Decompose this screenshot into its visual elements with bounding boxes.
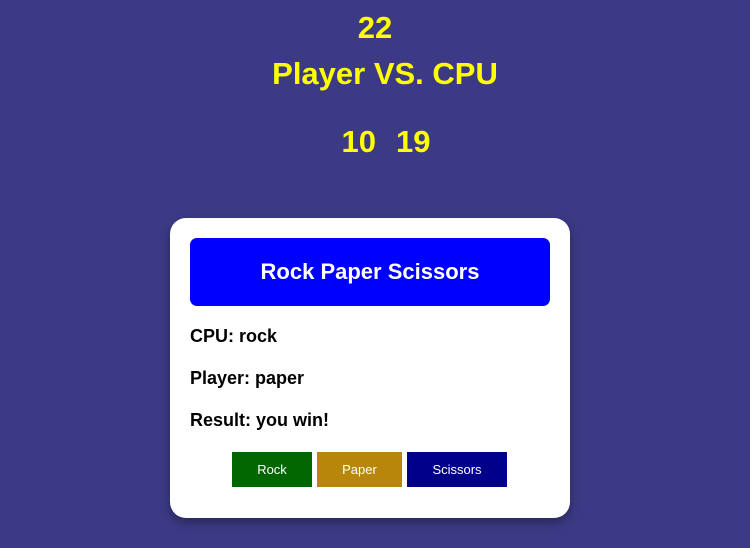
rock-button[interactable]: Rock [232,452,312,487]
round-number: 22 [357,10,393,45]
game-card: Rock Paper Scissors CPU: rock Player: pa… [170,218,570,518]
result-text: Result: you win! [190,410,329,430]
scoreboard: 10 19 [0,122,750,162]
cpu-score: 19 [396,124,431,159]
game-title: Rock Paper Scissors [190,238,550,306]
player-score: 10 [341,124,376,159]
paper-button[interactable]: Paper [317,452,402,487]
player-choice: Player: paper [190,368,305,388]
matchup-title: Player VS. CPU [272,56,498,91]
scissors-button[interactable]: Scissors [407,452,507,487]
cpu-choice: CPU: rock [190,326,278,346]
